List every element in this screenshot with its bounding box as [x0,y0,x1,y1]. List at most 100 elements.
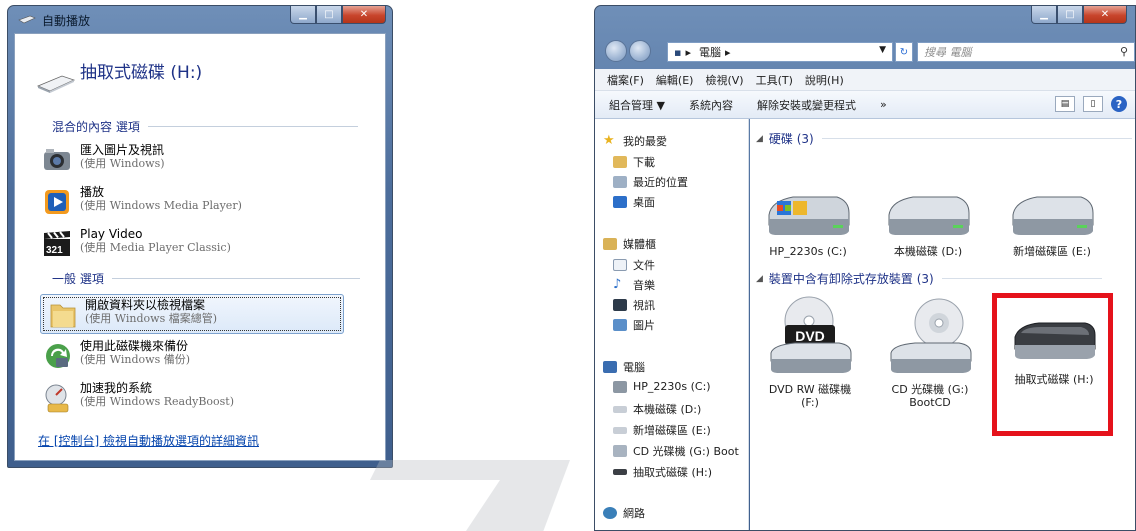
drive-label: 本機磁碟 (D:) [893,245,963,258]
more-commands-button[interactable]: » [880,98,887,111]
search-icon[interactable]: ⚲ [1120,45,1128,58]
close-button[interactable]: ✕ [342,6,386,24]
documents-icon [613,259,627,271]
drive-label: DVD RW 磁碟機 (F:) [768,383,852,409]
autoplay-option-open-folder[interactable]: 開啟資料夾以檢視檔案 (使用 Windows 檔案總管) [40,294,344,334]
hard-drive-icon [613,426,627,434]
nav-downloads[interactable]: 下載 [613,154,655,170]
nav-music[interactable]: ♪ 音樂 [613,277,655,293]
option-label: 使用此磁碟機來備份 [80,339,189,353]
recent-places-icon [613,176,627,188]
refresh-button[interactable]: ↻ [895,42,913,62]
option-sub: (使用 Windows ReadyBoost) [80,395,235,408]
media-player-icon [45,190,69,214]
videos-icon [613,299,627,311]
drive-item-c[interactable]: HP_2230s (C:) [754,181,862,258]
option-label: 播放 [80,185,105,199]
nav-desktop[interactable]: 桌面 [613,194,655,210]
hard-drive-icon [613,405,627,413]
menu-bar: 檔案(F) 編輯(E) 檢視(V) 工具(T) 說明(H) [595,69,1135,91]
forward-button[interactable] [629,40,651,62]
backup-icon [46,344,70,368]
device-title: 抽取式磁碟 (H:) [80,63,203,83]
nav-pictures[interactable]: 圖片 [613,317,655,333]
preview-pane-button[interactable]: ▯ [1083,96,1103,112]
collapse-icon: ◢ [756,133,763,144]
breadcrumb-arrow: ▸ [725,45,731,59]
command-bar: 組合管理 ▼ 系統內容 解除安裝或變更程式 » ▤ ▯ ? [595,91,1135,119]
nav-videos[interactable]: 視訊 [613,297,655,313]
nav-documents[interactable]: 文件 [613,257,655,273]
camera-icon [44,149,70,170]
maximize-button[interactable]: □ [1057,6,1083,24]
search-input[interactable]: 搜尋 電腦 ⚲ [917,42,1135,62]
nav-drive-e[interactable]: 新增磁碟區 (E:) [613,422,711,438]
close-button[interactable]: ✕ [1083,6,1127,24]
minimize-button[interactable]: ▁ [290,6,316,24]
dvd-drive-icon: DVD [770,296,852,373]
view-options-button[interactable]: ▤ [1055,96,1075,112]
minimize-button[interactable]: ▁ [1031,6,1057,24]
section-label: 混合的內容 選項 [52,120,140,134]
maximize-button[interactable]: □ [316,6,342,24]
nav-recent[interactable]: 最近的位置 [613,174,688,190]
drive-item-e[interactable]: 新增磁碟區 (E:) [998,181,1106,258]
group-removable[interactable]: ◢ 裝置中含有卸除式存放裝置 (3) [756,270,1102,287]
autoplay-option-play[interactable]: 播放 (使用 Windows Media Player) [36,182,338,224]
menu-edit[interactable]: 編輯(E) [656,72,694,88]
nav-libraries[interactable]: 媒體櫃 [603,236,656,252]
chevron-down-icon[interactable]: ▼ [879,45,886,55]
drive-item-f[interactable]: DVD DVD RW 磁碟機 (F:) [756,295,864,409]
computer-icon: ▪ [674,45,682,59]
collapse-icon: ◢ [756,273,763,284]
drive-item-g[interactable]: CD 光碟機 (G:) BootCD [876,295,984,409]
nav-favorites[interactable]: ★ 我的最愛 [603,133,667,149]
group-label: 裝置中含有卸除式存放裝置 (3) [768,272,934,286]
address-bar[interactable]: ▪ ▸ 電腦 ▸ ▼ [667,42,893,62]
drive-label: CD 光碟機 (G:) BootCD [891,383,969,409]
menu-tools[interactable]: 工具(T) [756,72,793,88]
drive-label: 新增磁碟區 (E:) [1013,245,1091,258]
clapperboard-icon: 321 [44,231,70,256]
breadcrumb-computer[interactable]: 電腦 [699,44,721,60]
explorer-window: ▁ □ ✕ ▪ ▸ 電腦 ▸ ▼ ↻ 搜尋 電腦 ⚲ 檔案(F) 編輯(E) 檢… [594,5,1136,531]
titlebar: ▁ □ ✕ [595,6,1135,33]
system-drive-icon [768,196,850,235]
breadcrumb-arrow: ▸ [685,45,691,59]
svg-text:321: 321 [46,245,63,256]
help-icon[interactable]: ? [1111,96,1127,112]
nav-drive-c[interactable]: HP_2230s (C:) [613,380,711,393]
nav-drive-d[interactable]: 本機磁碟 (D:) [613,401,701,417]
group-hard-disks[interactable]: ◢ 硬碟 (3) [756,130,1132,147]
nav-computer[interactable]: 電腦 [603,359,645,375]
search-placeholder: 搜尋 電腦 [924,46,972,59]
menu-view[interactable]: 檢視(V) [705,72,743,88]
navigation-bar: ▪ ▸ 電腦 ▸ ▼ ↻ 搜尋 電腦 ⚲ [595,33,1135,69]
menu-file[interactable]: 檔案(F) [607,72,644,88]
option-sub: (使用 Windows 備份) [80,353,191,366]
autoplay-option-play-video[interactable]: 321 Play Video (使用 Media Player Classic) [36,224,338,266]
system-drive-icon [613,380,627,393]
menu-help[interactable]: 說明(H) [805,72,844,88]
autoplay-option-readyboost[interactable]: 加速我的系統 (使用 Windows ReadyBoost) [36,378,338,420]
highlight-box [992,293,1113,436]
drive-item-d[interactable]: 本機磁碟 (D:) [874,181,982,258]
download-folder-icon [613,156,627,168]
uninstall-program-button[interactable]: 解除安裝或變更程式 [757,97,856,113]
system-properties-button[interactable]: 系統內容 [689,97,733,113]
organize-button[interactable]: 組合管理 ▼ [609,97,665,113]
autoplay-option-backup[interactable]: 使用此磁碟機來備份 (使用 Windows 備份) [36,336,338,378]
option-sub: (使用 Windows) [80,157,165,170]
pictures-icon [613,319,627,331]
computer-icon [603,361,617,373]
back-button[interactable] [605,40,627,62]
titlebar: 自動播放 ▁ □ ✕ [8,6,392,33]
desktop-icon [613,196,627,208]
drive-label: HP_2230s (C:) [769,245,847,258]
music-icon: ♪ [613,277,622,292]
autoplay-option-import[interactable]: 匯入圖片及視訊 (使用 Windows) [36,140,338,182]
section-mixed-content: 混合的內容 選項 [52,118,358,135]
group-label: 硬碟 (3) [768,132,814,146]
window-title: 自動播放 [42,14,91,28]
control-panel-link[interactable]: 在 [控制台] 檢視自動播放選項的詳細資訊 [38,432,259,449]
